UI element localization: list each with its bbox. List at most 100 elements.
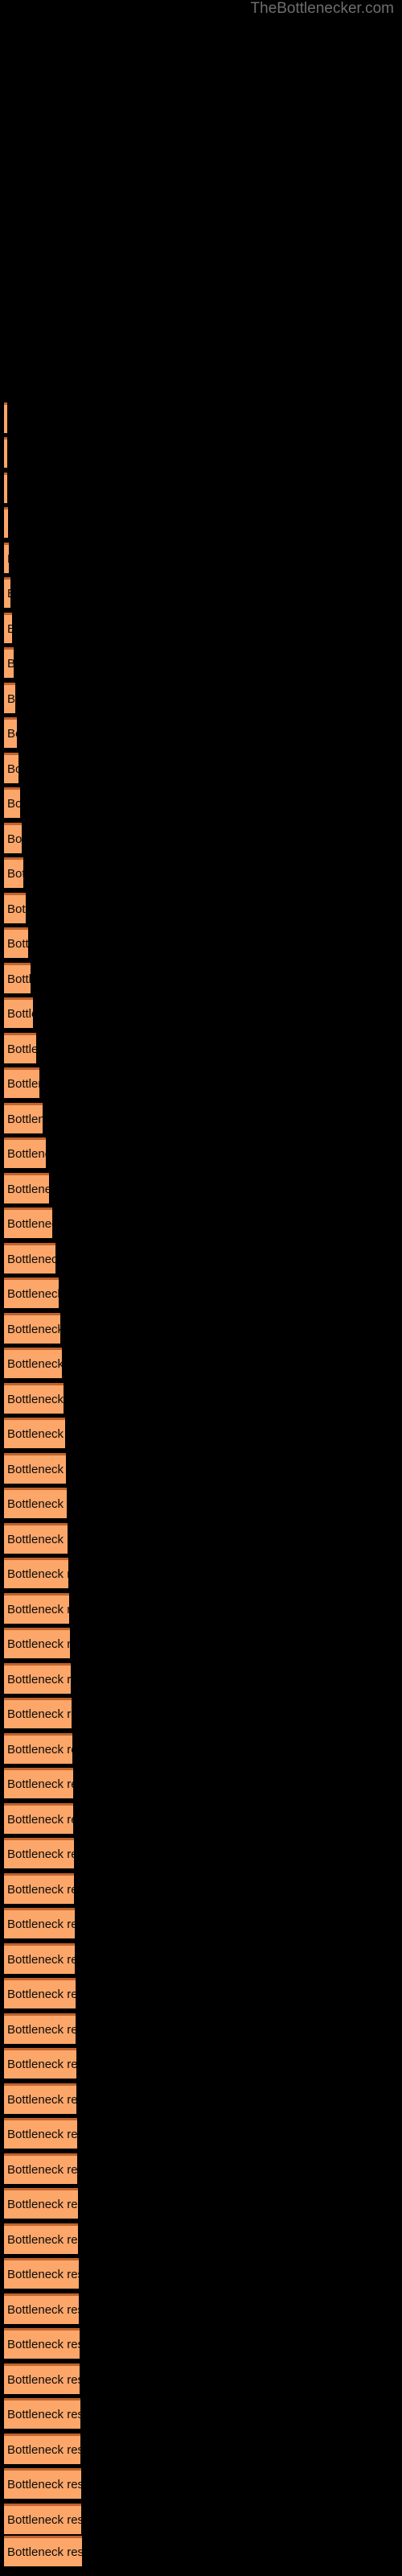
chart-bar[interactable]: Bottleneck result (4, 1488, 67, 1518)
chart-bar[interactable]: Bottleneck result (4, 1628, 70, 1658)
chart-bar[interactable]: Bottleneck result (4, 1278, 59, 1308)
chart-bar[interactable]: Bottleneck result (4, 1243, 55, 1274)
chart-bar[interactable]: Bottleneck result (4, 857, 23, 888)
chart-bar[interactable]: Bottleneck result (4, 1558, 68, 1588)
chart-bar[interactable]: Bottleneck result (4, 1908, 75, 1938)
bar-label: Bottleneck result (7, 2092, 76, 2107)
chart-bar[interactable]: Bottleneck result (4, 1067, 39, 1098)
chart-bar[interactable]: Bottleneck result (4, 2328, 80, 2359)
chart-bar[interactable]: Bottleneck result (4, 683, 15, 713)
chart-bar[interactable]: Bottleneck result (4, 1663, 71, 1694)
chart-bar[interactable]: Bottleneck result (4, 2398, 80, 2429)
chart-bar[interactable]: Bottleneck result (4, 2188, 78, 2219)
chart-bar[interactable]: Bottleneck result (4, 1348, 62, 1378)
bar-label: Bottleneck result (7, 972, 31, 986)
chart-bar[interactable]: Bottleneck result (4, 577, 10, 608)
bar-label: Bottleneck result (7, 1042, 36, 1056)
bar-label: Bottleneck result (7, 1076, 39, 1091)
chart-bar[interactable]: Bottleneck result (4, 787, 20, 818)
bar-label: Bottleneck result (7, 1952, 75, 1967)
chart-bar[interactable]: Bottleneck result (4, 2048, 76, 2079)
chart-bar[interactable]: Bottleneck result (4, 1978, 76, 2008)
chart-bar[interactable]: Bottleneck result (4, 997, 33, 1028)
chart-bar[interactable]: Bottleneck result (4, 2504, 81, 2534)
bottleneck-bar-chart: Bottleneck result Bottleneck result Bottle… (0, 0, 402, 2576)
chart-bar[interactable]: Bottleneck result (4, 2083, 76, 2114)
bar-label: Bottleneck result (7, 1182, 49, 1196)
chart-bar[interactable]: Bottleneck result (4, 1523, 68, 1554)
bar-label: Bottleneck result (7, 1567, 68, 1581)
bar-label: Bottleneck result (7, 2162, 77, 2177)
bar-label: Bottleneck result (7, 1322, 60, 1336)
bar-label: Bottleneck result (7, 622, 12, 636)
chart-bar[interactable]: Bottleneck result (4, 753, 18, 783)
chart-bar[interactable]: Bottleneck result (4, 2223, 78, 2254)
bar-label: Bottleneck result (7, 2022, 76, 2037)
chart-bar[interactable]: Bottleneck result (4, 1103, 43, 1133)
chart-bar[interactable]: Bottleneck result (4, 1208, 52, 1238)
chart-bar[interactable]: Bottleneck result (4, 717, 17, 748)
chart-bar[interactable]: Bottleneck result (4, 507, 8, 538)
bar-label: Bottleneck result (7, 2337, 80, 2351)
chart-bar[interactable]: Bottleneck result (4, 1593, 69, 1624)
bar-label: Bottleneck result (7, 1882, 74, 1897)
chart-bar[interactable]: Bottleneck result (4, 1383, 64, 1414)
bar-label: Bottleneck result (7, 1496, 67, 1511)
chart-bar[interactable]: Bottleneck result (4, 1173, 49, 1203)
chart-bar[interactable]: Bottleneck result (4, 1698, 72, 1728)
bar-label: Bottleneck result (7, 1006, 33, 1021)
chart-bar[interactable]: Bottleneck result (4, 2293, 79, 2324)
chart-bar[interactable]: Bottleneck result (4, 1838, 74, 1868)
chart-bar[interactable]: Bottleneck result (4, 2013, 76, 2044)
bar-label: Bottleneck result (7, 2302, 79, 2317)
chart-bar[interactable]: Bottleneck result (4, 647, 14, 678)
chart-bar[interactable]: Bottleneck result (4, 1733, 72, 1764)
chart-bar[interactable]: Bottleneck result (4, 2118, 77, 2149)
chart-bar[interactable]: Bottleneck result (4, 1033, 36, 1063)
chart-bar[interactable]: Bottleneck result (4, 963, 31, 993)
bar-label: Bottleneck result (7, 1777, 73, 1791)
chart-bar[interactable]: Bottleneck result (4, 2434, 80, 2464)
chart-bar[interactable]: Bottleneck result (4, 1418, 65, 1448)
bar-label: Bottleneck result (7, 2057, 76, 2071)
chart-bar[interactable]: Bottleneck result (4, 402, 7, 433)
chart-bar[interactable]: Bottleneck result (4, 473, 7, 503)
bar-label: Bottleneck result (7, 1392, 64, 1406)
chart-bar[interactable]: Bottleneck result (4, 2536, 79, 2566)
chart-bar[interactable]: Bottleneck result (4, 437, 7, 468)
chart-bar[interactable]: Bottleneck result (4, 927, 28, 958)
bar-label: Bottleneck result (7, 1602, 69, 1616)
chart-bar[interactable]: Bottleneck result (4, 2258, 79, 2289)
chart-bar[interactable]: Bottleneck result (4, 1803, 73, 1834)
chart-bar[interactable]: Bottleneck result (4, 1313, 60, 1344)
bar-label: Bottleneck result (7, 1532, 68, 1546)
bar-label: Bottleneck result (7, 2372, 80, 2387)
bar-label: Bottleneck result (7, 832, 22, 846)
bar-label: Bottleneck result (7, 1987, 76, 2001)
chart-bar[interactable]: Bottleneck result (4, 2363, 80, 2394)
bar-label: Bottleneck result (7, 1252, 55, 1266)
chart-bar[interactable]: Bottleneck result (4, 1873, 74, 1904)
bar-label: Bottleneck result (7, 866, 23, 881)
chart-bar[interactable]: Bottleneck result (4, 2153, 77, 2184)
chart-bar[interactable]: Bottleneck result (4, 543, 9, 573)
bar-label: Bottleneck result (7, 2197, 78, 2211)
bar-label: Bottleneck result (7, 657, 14, 671)
chart-bar[interactable]: Bottleneck result (4, 1768, 73, 1798)
chart-bar[interactable]: Bottleneck result (4, 893, 26, 923)
bar-label: Bottleneck result (7, 1112, 43, 1126)
bar-label: Bottleneck result (7, 1356, 62, 1371)
chart-bar[interactable]: Bottleneck result (4, 613, 12, 643)
chart-bar[interactable]: Bottleneck result (4, 2468, 81, 2499)
bar-label: Bottleneck result (7, 552, 9, 566)
bar-label: Bottleneck result (7, 1637, 70, 1651)
chart-bar[interactable]: Bottleneck result (4, 1943, 75, 1974)
bar-label: Bottleneck result (7, 1426, 65, 1441)
bar-label: Bottleneck result (7, 2127, 77, 2141)
bar-label: Bottleneck result (7, 1917, 75, 1931)
chart-bar[interactable]: Bottleneck result (4, 823, 22, 853)
bar-label: Bottleneck result (7, 2442, 80, 2457)
bar-label: Bottleneck result (7, 2512, 81, 2527)
chart-bar[interactable]: Bottleneck result (4, 1453, 66, 1484)
chart-bar[interactable]: Bottleneck result (4, 1137, 46, 1168)
